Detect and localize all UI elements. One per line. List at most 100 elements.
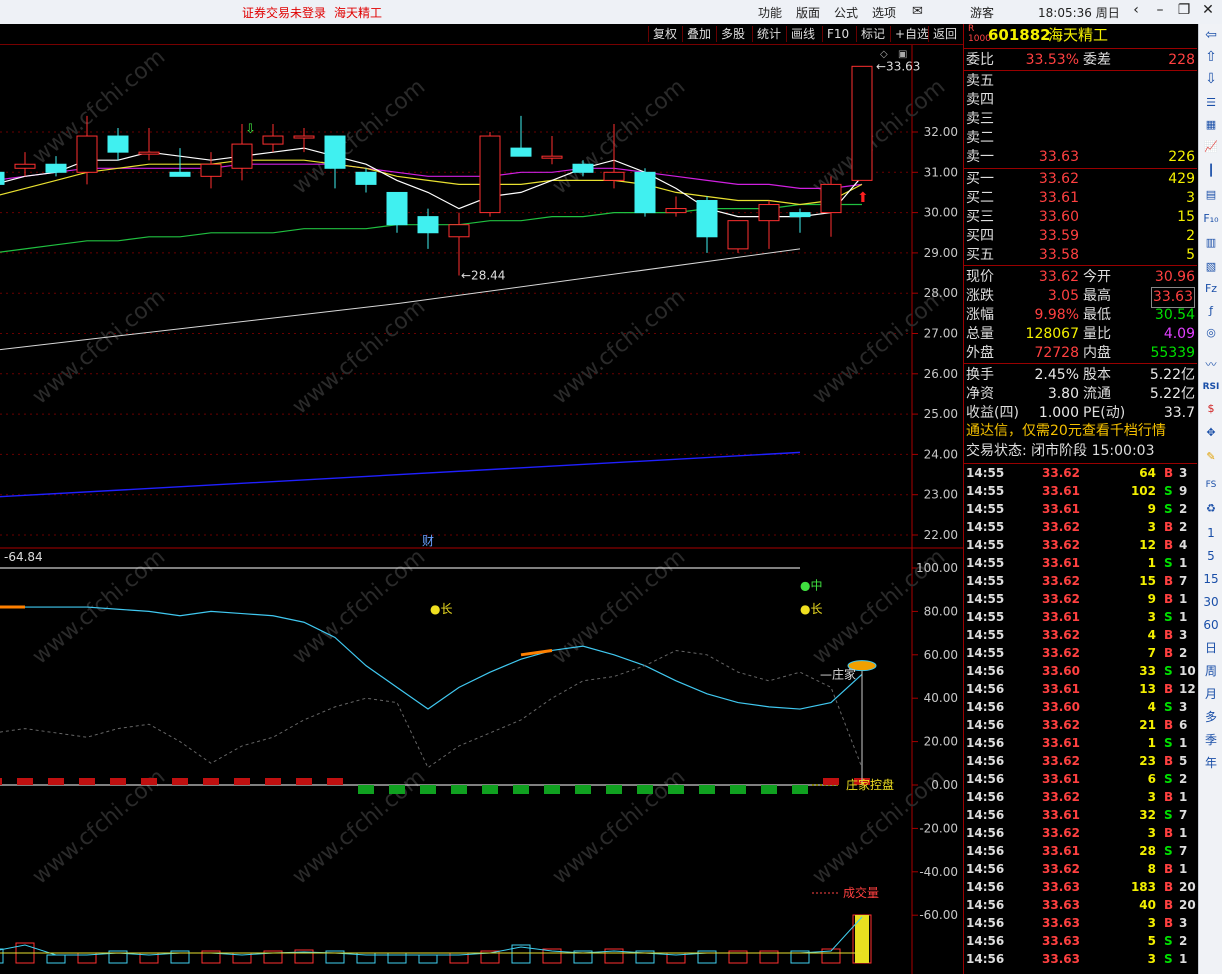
tick-count: 2 [1179, 772, 1188, 786]
menu-layout[interactable]: 版面 [796, 4, 820, 21]
promo-banner[interactable]: 通达信，仅需20元查看千档行情 [964, 422, 1197, 441]
toolbar-overlay[interactable]: 叠加 [682, 26, 715, 42]
stat-label: 现价 [966, 269, 994, 285]
tick-volume: 21 [1139, 718, 1156, 732]
tick-count: 1 [1179, 556, 1188, 570]
money-icon[interactable]: $ [1201, 400, 1221, 418]
ind-bar [203, 778, 219, 785]
tick-direction: S [1164, 502, 1173, 516]
minimize-icon[interactable]: – [1150, 2, 1170, 18]
watermark: www.cfchi.com [548, 544, 690, 669]
menu-options[interactable]: 选项 [872, 4, 896, 21]
toolbar-adjust[interactable]: 复权 [648, 26, 681, 42]
login-status[interactable]: 证券交易未登录 [242, 4, 326, 21]
table-icon[interactable]: ▥ [1201, 234, 1221, 252]
wave-icon[interactable]: 〰 [1201, 356, 1221, 374]
fz-icon[interactable]: Fz [1201, 280, 1221, 298]
toolbar-multi[interactable]: 多股 [716, 26, 749, 42]
period-button[interactable]: 日 [1201, 639, 1221, 657]
period-button[interactable]: 多 [1201, 708, 1221, 726]
move-icon[interactable]: ✥ [1201, 424, 1221, 442]
user-label[interactable]: 游客 [970, 4, 994, 21]
f10-icon[interactable]: F₁₀ [1201, 210, 1221, 228]
tick-direction: S [1164, 736, 1173, 750]
tick-price: 33.62 [1042, 862, 1080, 876]
kline-icon[interactable]: ┃ [1201, 162, 1221, 180]
tick-direction: B [1164, 916, 1174, 930]
back-icon[interactable]: ‹ [1126, 2, 1146, 18]
sell-level: 卖三 [964, 110, 1197, 129]
y-tick-label: 24.00 [924, 447, 958, 461]
period-button[interactable]: 15 [1201, 570, 1221, 588]
row-label: 卖五 [966, 73, 994, 89]
sell-level: 卖五 [964, 72, 1197, 91]
tick-price: 33.62 [1042, 592, 1080, 606]
tick-time: 14:55 [966, 592, 1005, 606]
arrow-left-icon[interactable]: ⇦ [1201, 26, 1221, 44]
period-button[interactable]: 5 [1201, 547, 1221, 565]
tick-price: 33.63 [1042, 952, 1080, 966]
toolbar-stats[interactable]: 统计 [752, 26, 785, 42]
stat-label: 涨幅 [966, 307, 994, 323]
volume-bar [418, 954, 438, 964]
toolbar-add-watch[interactable]: +自选 [890, 26, 933, 42]
tick-row: 14:56 33.63 5 S 2 [964, 932, 1197, 950]
doc-icon[interactable]: ▧ [1201, 258, 1221, 276]
candle-body [479, 135, 501, 214]
period-button[interactable]: 年 [1201, 754, 1221, 772]
tick-row: 14:56 33.62 21 B 6 [964, 716, 1197, 734]
candle [541, 136, 563, 165]
menu-function[interactable]: 功能 [758, 4, 782, 21]
up-arrow-icon: ⬆ [857, 190, 869, 206]
tag-volume: 成交量 [843, 885, 879, 900]
grid-icon[interactable]: ▦ [1201, 116, 1221, 134]
row-volume: 15 [1177, 209, 1195, 225]
toolbar-draw[interactable]: 画线 [786, 26, 819, 42]
toolbar-return[interactable]: 返回 [928, 26, 961, 42]
arrow-down-icon[interactable]: ⇩ [1201, 70, 1221, 88]
rsi-icon[interactable]: RSI [1201, 378, 1221, 396]
ind-bar [327, 778, 343, 785]
tick-row: 14:55 33.62 4 B 3 [964, 626, 1197, 644]
tick-row: 14:56 33.61 6 S 2 [964, 770, 1197, 788]
refresh-icon[interactable]: ♻ [1201, 500, 1221, 518]
line-chart-icon[interactable]: 📈 [1201, 138, 1221, 156]
restore-icon[interactable]: ❐ [1174, 2, 1194, 18]
fs-icon[interactable]: FS [1201, 476, 1221, 494]
period-button[interactable]: 1 [1201, 524, 1221, 542]
menu-formula[interactable]: 公式 [834, 4, 858, 21]
tick-volume: 1 [1147, 736, 1156, 750]
toolbar-mark[interactable]: 标记 [856, 26, 889, 42]
period-button[interactable]: 月 [1201, 685, 1221, 703]
arrow-up-icon[interactable]: ⇧ [1201, 48, 1221, 66]
period-button[interactable]: 周 [1201, 662, 1221, 680]
tick-row: 14:56 33.61 28 S 7 [964, 842, 1197, 860]
tick-volume: 7 [1147, 646, 1156, 660]
tick-time: 14:55 [966, 556, 1005, 570]
close-icon[interactable]: ✕ [1198, 2, 1218, 18]
tick-time: 14:55 [966, 466, 1005, 480]
stat-row: 外盘 72728 内盘 55339 [964, 344, 1197, 363]
period-button[interactable]: 60 [1201, 616, 1221, 634]
toolbar-f10[interactable]: F10 [822, 26, 853, 42]
fn-icon[interactable]: ƒ [1201, 302, 1221, 320]
buy-level: 买一 33.62 429 [964, 170, 1197, 189]
tick-row: 14:56 33.60 4 S 3 [964, 698, 1197, 716]
tick-time: 14:55 [966, 538, 1005, 552]
pencil-icon[interactable]: ✎ [1201, 448, 1221, 466]
bars-icon[interactable]: ▤ [1201, 186, 1221, 204]
stat-value-2: 5.22亿 [1149, 367, 1195, 383]
tick-time: 14:56 [966, 808, 1005, 822]
kline-chart[interactable]: www.cfchi.com www.cfchi.com www.cfchi.com w… [0, 45, 963, 974]
candle [727, 220, 749, 253]
tick-price: 33.62 [1042, 628, 1080, 642]
candle [169, 148, 191, 177]
period-button[interactable]: 30 [1201, 593, 1221, 611]
tick-price: 33.63 [1042, 880, 1080, 894]
list-icon[interactable]: ☰ [1201, 94, 1221, 112]
period-button[interactable]: 季 [1201, 731, 1221, 749]
mail-icon[interactable]: ✉ [912, 4, 923, 19]
circle-icon[interactable]: ◎ [1201, 324, 1221, 342]
tick-direction: S [1164, 844, 1173, 858]
candle [634, 168, 656, 217]
